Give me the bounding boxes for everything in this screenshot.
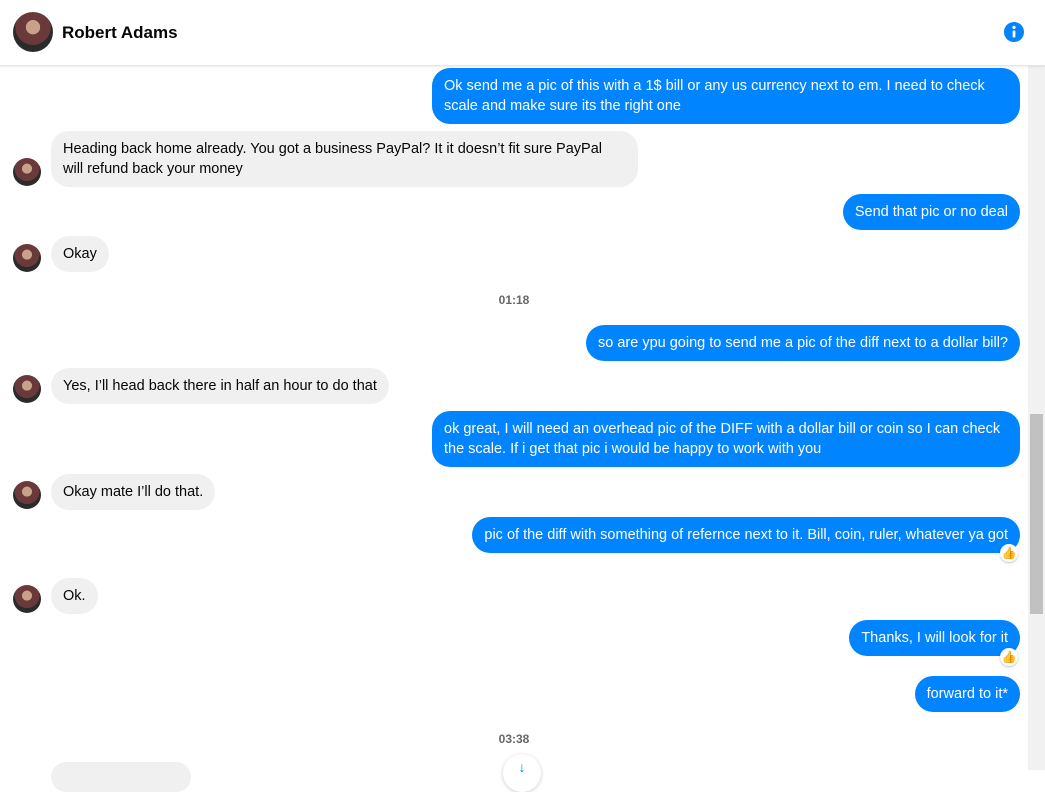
message-bubble-incoming[interactable]: Heading back home already. You got a bus… — [51, 131, 638, 187]
arrow-down-icon: ↓ — [518, 759, 526, 775]
contact-name[interactable]: Robert Adams — [62, 23, 178, 43]
thumbs-up-reaction[interactable]: 👍 — [1000, 648, 1018, 666]
scrollbar-thumb[interactable] — [1030, 414, 1043, 614]
scroll-to-bottom-button[interactable]: ↓ — [503, 754, 541, 792]
scrollbar[interactable] — [1028, 66, 1045, 770]
message-bubble-outgoing[interactable]: forward to it* — [914, 676, 1020, 712]
message-bubble-outgoing[interactable]: ok great, I will need an overhead pic of… — [432, 411, 1020, 467]
message-bubble-outgoing[interactable]: pic of the diff with something of refern… — [472, 517, 1020, 553]
conversation-header: Robert Adams — [0, 0, 1045, 66]
message-bubble-outgoing[interactable]: Ok send me a pic of this with a 1$ bill … — [432, 68, 1020, 124]
message-bubble-outgoing[interactable]: Send that pic or no deal — [842, 194, 1020, 230]
message-thread: Ok send me a pic of this with a 1$ bill … — [0, 66, 1028, 770]
timestamp: 01:18 — [498, 293, 530, 307]
message-bubble-outgoing[interactable]: so are ypu going to send me a pic of the… — [585, 325, 1020, 361]
contact-avatar-small — [13, 375, 41, 403]
contact-avatar-small — [13, 481, 41, 509]
timestamp: 03:38 — [498, 732, 530, 746]
message-bubble-incoming[interactable]: Okay mate I’ll do that. — [51, 474, 216, 510]
contact-avatar-small — [13, 158, 41, 186]
contact-avatar[interactable] — [13, 12, 53, 52]
thumbs-up-reaction[interactable]: 👍 — [1000, 544, 1018, 562]
info-icon[interactable] — [1004, 22, 1024, 42]
message-bubble-outgoing[interactable]: Thanks, I will look for it — [849, 620, 1020, 656]
contact-avatar-small — [13, 585, 41, 613]
message-bubble-incoming-partial — [51, 762, 191, 792]
message-bubble-incoming[interactable]: Ok. — [51, 578, 98, 614]
message-bubble-incoming[interactable]: Okay — [51, 236, 109, 272]
message-bubble-incoming[interactable]: Yes, I’ll head back there in half an hou… — [51, 368, 389, 404]
contact-avatar-small — [13, 244, 41, 272]
